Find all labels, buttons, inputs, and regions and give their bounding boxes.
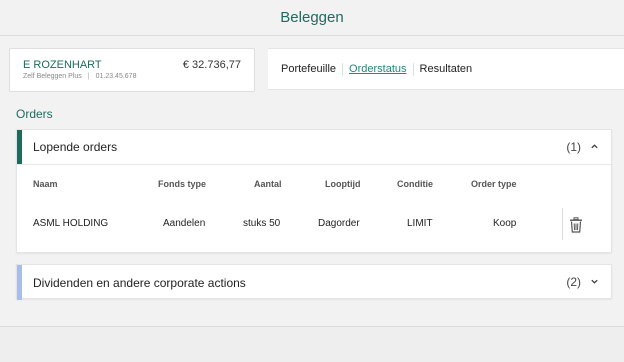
nav-link-resultaten[interactable]: Resultaten [414,63,479,76]
trash-icon[interactable] [569,217,583,233]
order-fund-type: Aandelen [163,218,206,229]
chevron-up-icon[interactable] [590,142,599,151]
order-name: ASML HOLDING [33,218,109,229]
column-header-naam: Naam [33,179,58,189]
dividends-panel: Dividenden en andere corporate actions (… [16,264,612,300]
column-header-conditie: Conditie [397,179,433,189]
column-header-order-type: Order type [471,179,517,189]
column-header-aantal: Aantal [254,179,282,189]
nav-link-portefeuille[interactable]: Portefeuille [281,62,344,76]
account-holder-name: E ROZENHART [23,59,102,71]
dividends-header[interactable]: Dividenden en andere corporate actions [17,265,611,300]
row-action-divider [562,208,563,240]
running-orders-count: (1) [566,140,581,154]
running-orders-panel: Lopende orders (1) Naam Fonds type Aanta… [16,129,612,253]
order-amount: stuks 50 [243,218,281,229]
running-orders-header[interactable]: Lopende orders [17,130,611,165]
account-details: Zelf Beleggen Plus | 01.23.45.678 [23,73,136,80]
account-number: 01.23.45.678 [95,73,137,80]
account-balance: € 32.736,77 [182,59,241,71]
dividends-title: Dividenden en andere corporate actions [33,275,246,290]
order-duration: Dagorder [318,218,360,229]
order-type: Koop [493,218,517,229]
footer-bar [0,327,624,362]
running-orders-title: Lopende orders [33,140,118,154]
account-product: Zelf Beleggen Plus [23,73,82,80]
order-condition: LIMIT [407,218,433,229]
account-card[interactable]: E ROZENHART Zelf Beleggen Plus | 01.23.45.… [9,48,255,92]
column-header-fonds-type: Fonds type [158,179,207,189]
column-header-looptijd: Looptijd [325,179,361,189]
page-header: Beleggen [0,0,624,36]
account-details-divider: | [87,73,90,80]
orders-section-title: Orders [16,107,53,121]
chevron-down-icon[interactable] [590,277,599,286]
nav-link-orderstatus[interactable]: Orderstatus [343,62,414,76]
page-title: Beleggen [280,9,344,26]
section-nav: Portefeuille Orderstatus Resultaten [268,48,624,90]
dividends-count: (2) [566,275,581,289]
